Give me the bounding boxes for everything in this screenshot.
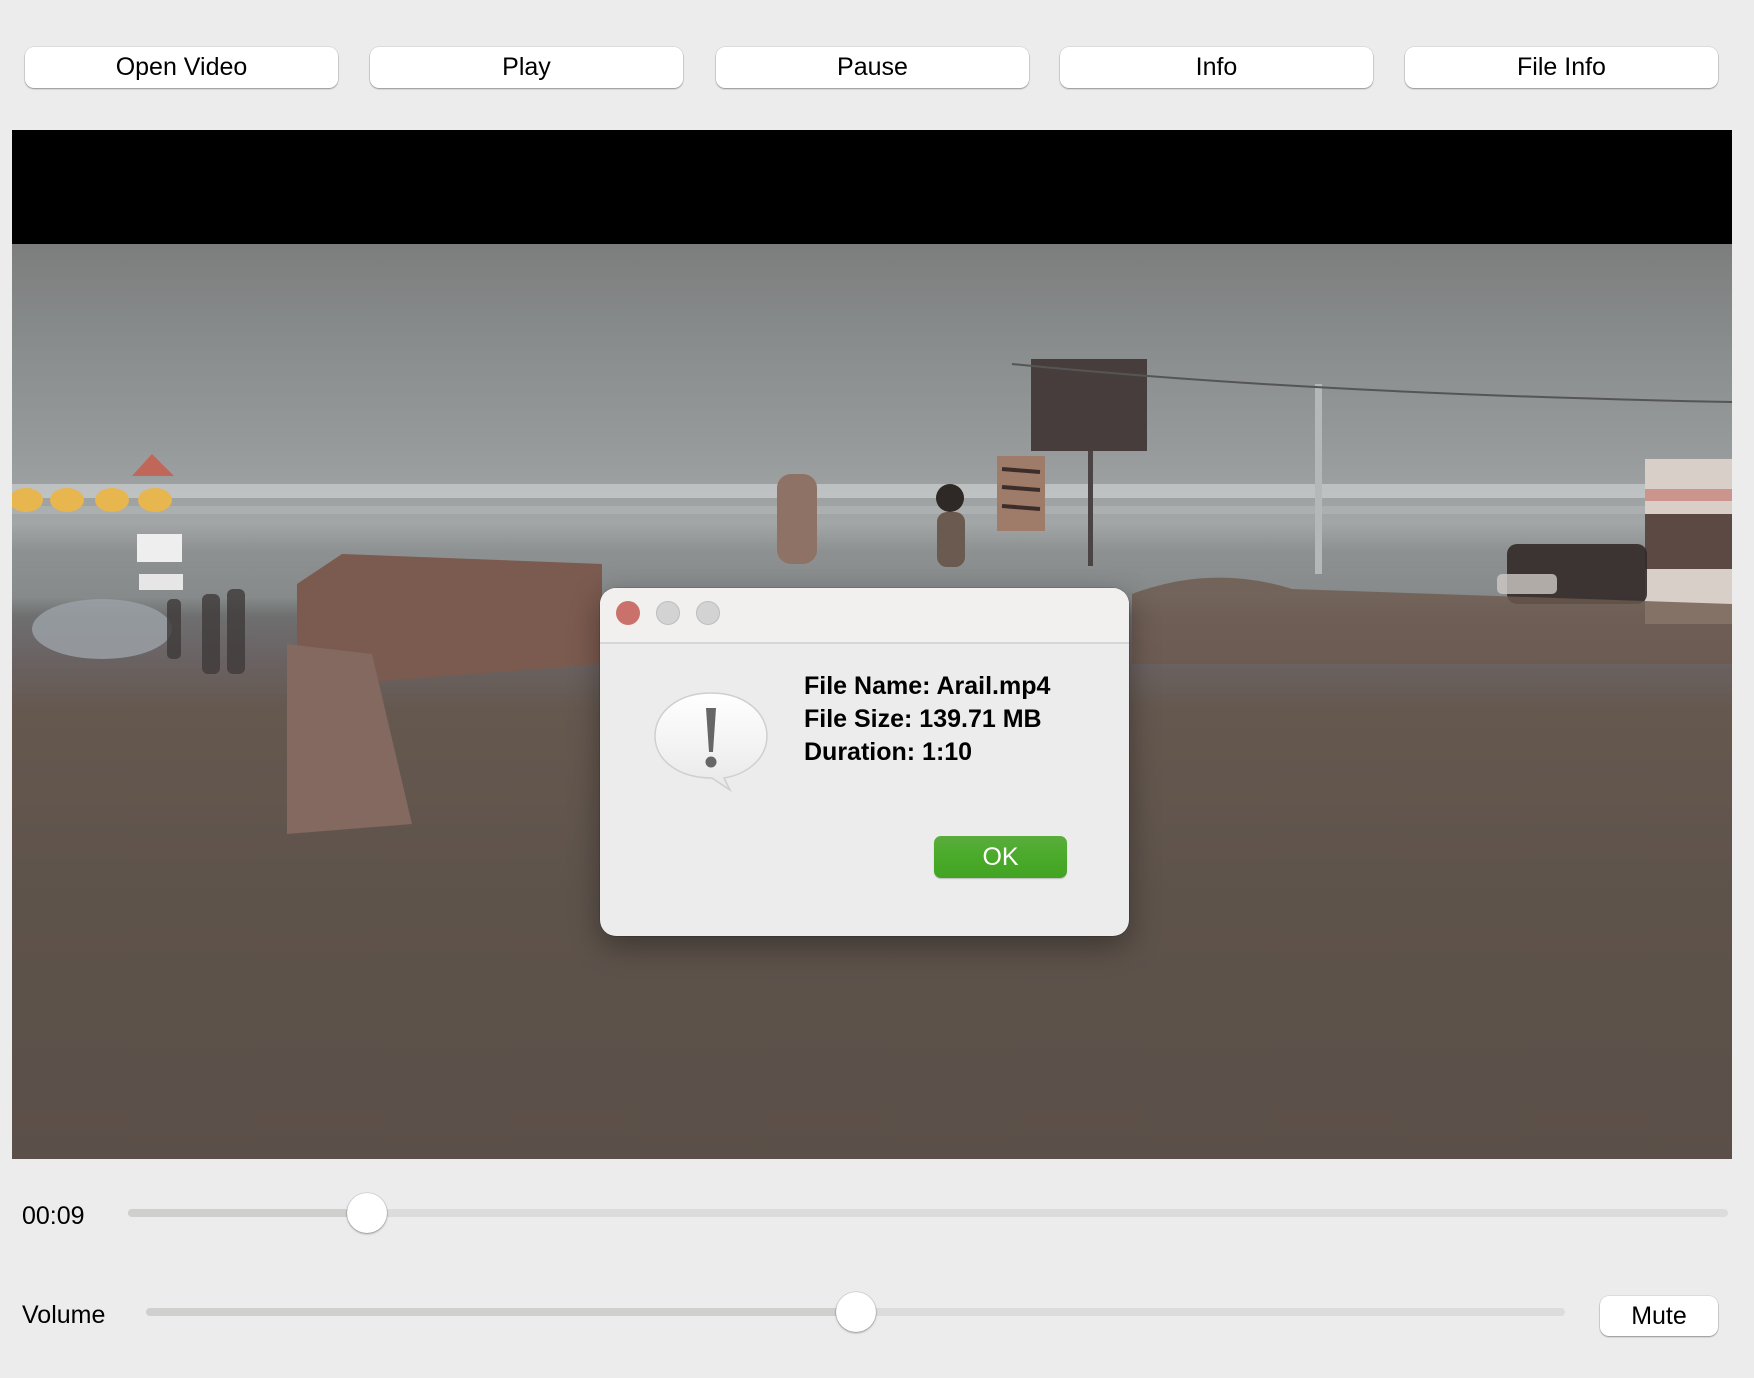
volume-slider-fill [146, 1308, 856, 1316]
person-body [937, 512, 965, 567]
file-size-line: File Size: 139.71 MB [804, 705, 1042, 733]
billboard-pole [1088, 451, 1093, 566]
current-time-label: 00:09 [22, 1202, 85, 1230]
alert-speech-bubble-icon [654, 692, 768, 793]
ok-button[interactable]: OK [934, 836, 1067, 878]
pause-button[interactable]: Pause [716, 47, 1029, 88]
open-video-button[interactable]: Open Video [25, 47, 338, 88]
light-panel [137, 534, 182, 562]
billboard [1031, 359, 1147, 451]
seek-slider-fill [128, 1209, 368, 1217]
dialog-message: File Name: Arail.mp4 File Size: 139.71 M… [804, 670, 1050, 769]
close-window-button[interactable] [616, 601, 640, 625]
yellow-lights [12, 454, 174, 512]
people [167, 589, 245, 674]
file-info-button[interactable]: File Info [1405, 47, 1718, 88]
mute-button[interactable]: Mute [1600, 1296, 1718, 1336]
person-head [936, 484, 964, 512]
volume-slider-thumb[interactable] [835, 1292, 876, 1332]
minimize-window-button[interactable] [656, 601, 680, 625]
seek-slider-thumb[interactable] [347, 1193, 388, 1233]
volume-label: Volume [22, 1301, 106, 1329]
light-panel [139, 574, 183, 590]
car [32, 599, 172, 659]
dialog-titlebar[interactable] [600, 588, 1129, 644]
sea-light-streak [12, 484, 1732, 498]
person [777, 474, 817, 564]
file-info-dialog: File Name: Arail.mp4 File Size: 139.71 M… [600, 588, 1129, 936]
info-button[interactable]: Info [1060, 47, 1373, 88]
duration-line: Duration: 1:10 [804, 738, 973, 766]
play-button[interactable]: Play [370, 47, 683, 88]
sea-reflection [12, 506, 1732, 514]
lamp-post [1315, 384, 1322, 574]
zoom-window-button[interactable] [696, 601, 720, 625]
file-name-line: File Name: Arail.mp4 [804, 672, 1051, 700]
